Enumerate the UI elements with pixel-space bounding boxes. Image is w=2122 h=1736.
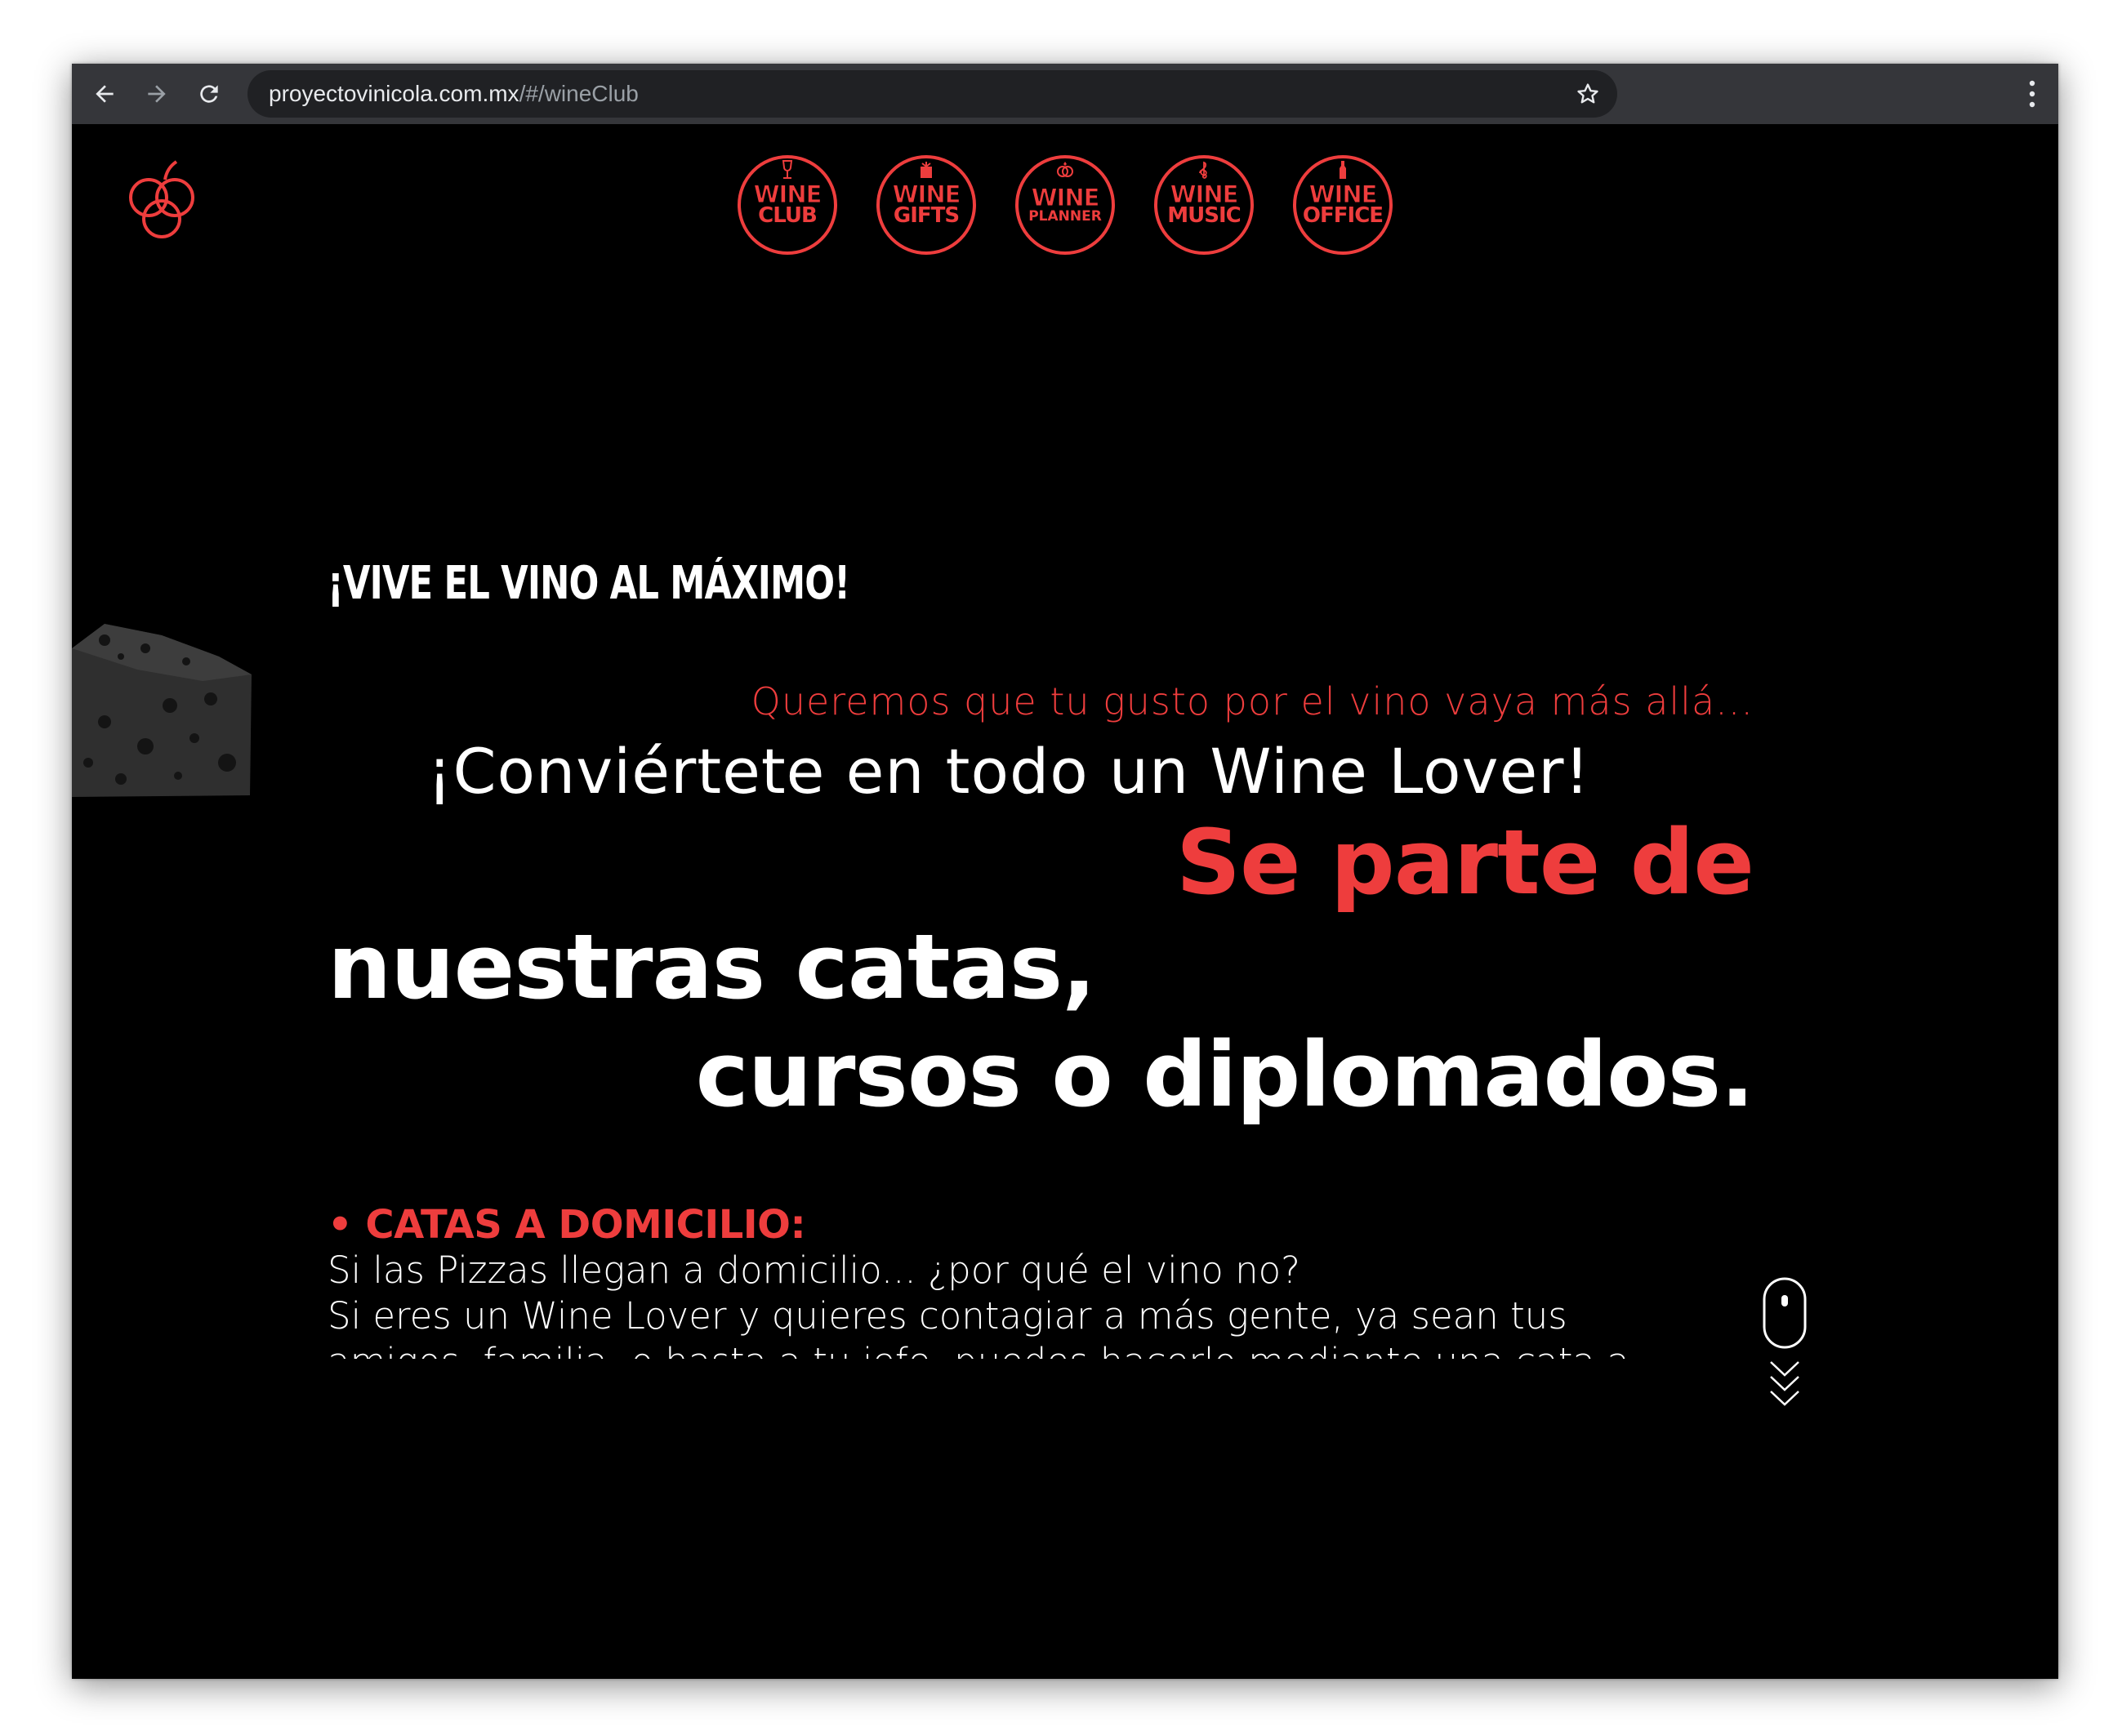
reload-icon [200,85,218,103]
treble-clef-icon [1199,161,1207,179]
back-button[interactable] [85,74,124,114]
page-content: WINE CLUB WINE GIFTS WINE PLANNER WINE M… [72,124,2058,1679]
body-line: Si las Pizzas llegan a domicilio... ¿por… [328,1249,1301,1292]
forward-button[interactable] [137,74,176,114]
nav-label-line2: CLUB [758,203,818,229]
arrow-left-icon [96,85,114,103]
address-bar[interactable]: proyectovinicola.com.mx/#/wineClub [247,70,1617,118]
body-line: amigos, familia, o hasta a tu jefe, pued… [328,1339,1765,1359]
rings-icon [1057,162,1073,177]
wine-glass-icon [782,160,793,179]
nav-label-line1: WINE [753,180,822,208]
bookmark-star-icon[interactable] [1575,81,1601,107]
url-text[interactable]: proyectovinicola.com.mx/#/wineClub [269,70,639,118]
cheese-illustration-icon [72,624,252,797]
section-title: • CATAS A DOMICILIO: [328,1202,806,1248]
nav-label-line2: OFFICE [1302,203,1384,229]
hero-line-red: Se parte de [1175,810,1754,915]
reload-button[interactable] [189,74,229,114]
nav-label-line1: WINE [1308,180,1378,208]
browser-window: proyectovinicola.com.mx/#/wineClub WINE … [72,64,2058,1679]
main-navigation: WINE CLUB WINE GIFTS WINE PLANNER WINE M… [738,155,1393,261]
nav-wine-music[interactable]: WINE MUSIC [1154,155,1254,255]
nav-label-line1: WINE [892,180,961,208]
subtitle-white: ¡Conviértete en todo un Wine Lover! [427,735,1590,808]
nav-label-line2: GIFTS [893,203,960,229]
hero-line-1: nuestras catas, [328,915,1096,1019]
url-path: /#/wineClub [519,81,639,106]
nav-label-line1: WINE [1170,180,1239,208]
bottle-icon [1340,161,1346,179]
url-host: proyectovinicola.com.mx [269,81,519,106]
nav-label-line2: PLANNER [1028,207,1102,225]
body-line: Si eres un Wine Lover y quieres contagia… [328,1294,1567,1338]
page-headline: ¡VIVE EL VINO AL MÁXIMO! [328,557,850,610]
subtitle-red: Queremos que tu gusto por el vino vaya m… [751,679,1754,723]
nav-wine-planner[interactable]: WINE PLANNER [1015,155,1115,255]
arrow-right-icon [148,85,166,103]
section-body: Si las Pizzas llegan a domicilio... ¿por… [328,1248,1765,1359]
browser-toolbar: proyectovinicola.com.mx/#/wineClub [72,64,2058,124]
site-logo-icon[interactable] [118,157,207,247]
nav-label-line1: WINE [1031,184,1100,212]
scroll-down-icon[interactable] [1761,1277,1808,1416]
nav-wine-office[interactable]: WINE OFFICE [1293,155,1393,255]
hero-line-2: cursos o diplomados. [695,1022,1754,1127]
nav-label-line2: MUSIC [1167,203,1241,229]
gift-icon [921,162,932,178]
more-menu-icon[interactable] [2027,79,2037,109]
nav-wine-club[interactable]: WINE CLUB [738,155,837,255]
nav-wine-gifts[interactable]: WINE GIFTS [876,155,976,255]
